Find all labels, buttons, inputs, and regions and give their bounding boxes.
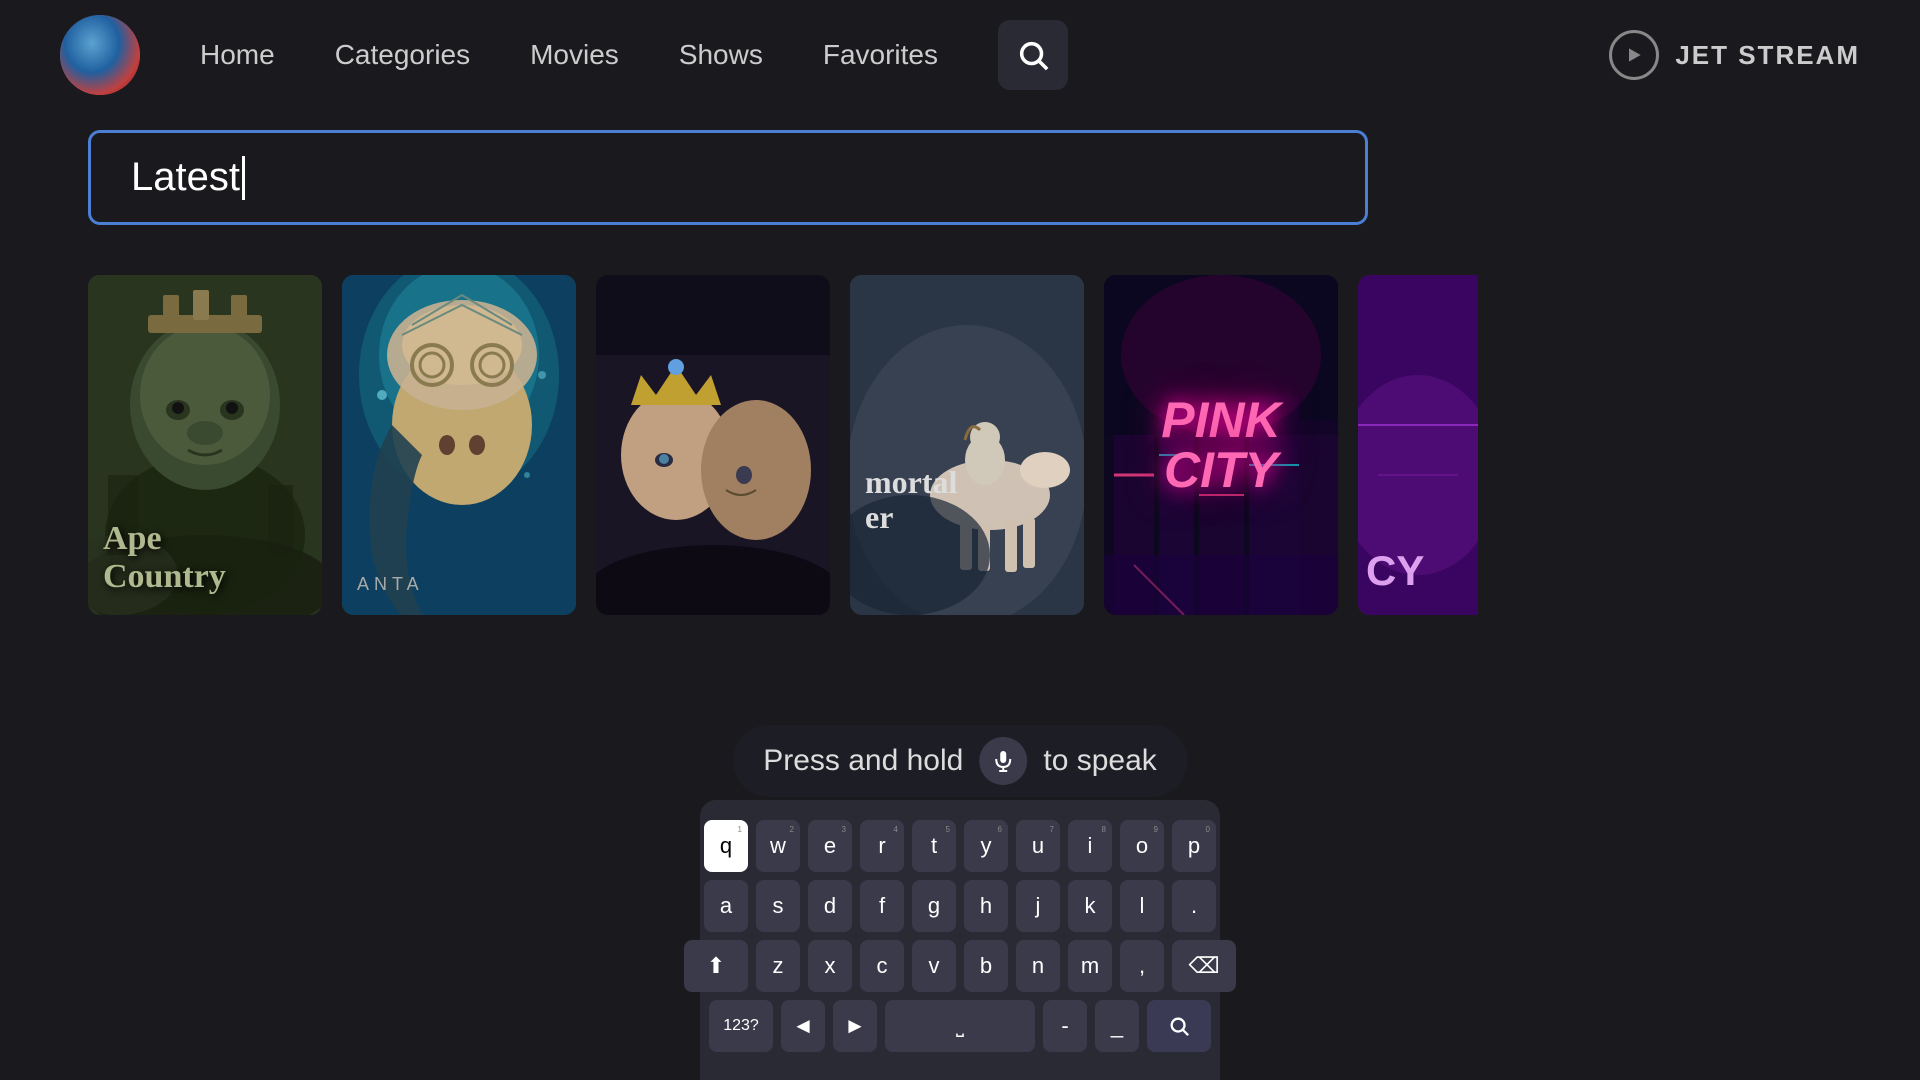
key-p[interactable]: 0p [1172, 820, 1216, 872]
key-t[interactable]: 5t [912, 820, 956, 872]
search-button[interactable] [998, 20, 1068, 90]
card-anta-subtitle: ANTA [357, 574, 424, 595]
key-j[interactable]: j [1016, 880, 1060, 932]
key-underscore[interactable]: _ [1095, 1000, 1139, 1052]
key-i[interactable]: 8i [1068, 820, 1112, 872]
key-m[interactable]: m [1068, 940, 1112, 992]
key-left-arrow[interactable]: ◄ [781, 1000, 825, 1052]
brand-name: JET STREAM [1675, 40, 1860, 71]
header: Home Categories Movies Shows Favorites J… [0, 0, 1920, 110]
key-x[interactable]: x [808, 940, 852, 992]
keyboard-row-4: 123? ◄ ► ⎵ - _ [716, 1000, 1204, 1052]
key-d[interactable]: d [808, 880, 852, 932]
search-section: Latest [0, 110, 1920, 245]
card-pink-city-title: PINKCITY [1161, 395, 1280, 495]
voice-hint: Press and hold to speak [733, 725, 1187, 797]
key-g[interactable]: g [912, 880, 956, 932]
nav-shows[interactable]: Shows [679, 39, 763, 71]
key-comma[interactable]: , [1120, 940, 1164, 992]
key-shift[interactable]: ⬆ [684, 940, 748, 992]
nav-favorites[interactable]: Favorites [823, 39, 938, 71]
brand: JET STREAM [1609, 30, 1860, 80]
nav-movies[interactable]: Movies [530, 39, 619, 71]
card-pink-city[interactable]: PINKCITY [1104, 275, 1338, 615]
key-e[interactable]: 3e [808, 820, 852, 872]
key-right-arrow[interactable]: ► [833, 1000, 877, 1052]
card-immortal-title: mortaler [865, 465, 957, 535]
key-l[interactable]: l [1120, 880, 1164, 932]
search-input-box[interactable]: Latest [88, 130, 1368, 225]
key-y[interactable]: 6y [964, 820, 1008, 872]
key-q[interactable]: 1q [704, 820, 748, 872]
key-r[interactable]: 4r [860, 820, 904, 872]
key-a[interactable]: a [704, 880, 748, 932]
key-n[interactable]: n [1016, 940, 1060, 992]
key-c[interactable]: c [860, 940, 904, 992]
key-f[interactable]: f [860, 880, 904, 932]
card-drama[interactable] [596, 275, 830, 615]
key-space[interactable]: ⎵ [885, 1000, 1035, 1052]
card-immortal[interactable]: mortaler [850, 275, 1084, 615]
key-period[interactable]: . [1172, 880, 1216, 932]
key-u[interactable]: 7u [1016, 820, 1060, 872]
key-h[interactable]: h [964, 880, 1008, 932]
key-delete[interactable]: ⌫ [1172, 940, 1236, 992]
card-cyber-text: CY [1366, 547, 1424, 595]
key-123[interactable]: 123? [709, 1000, 773, 1052]
key-w[interactable]: 2w [756, 820, 800, 872]
key-s[interactable]: s [756, 880, 800, 932]
keyboard-row-1: 1q 2w 3e 4r 5t 6y 7u 8i 9o 0p [716, 820, 1204, 872]
keyboard-row-3: ⬆ z x c v b n m , ⌫ [716, 940, 1204, 992]
brand-play-icon [1609, 30, 1659, 80]
key-k[interactable]: k [1068, 880, 1112, 932]
card-ape-title: ApeCountry [103, 520, 307, 595]
voice-hint-prefix: Press and hold [763, 744, 963, 778]
key-dash[interactable]: - [1043, 1000, 1087, 1052]
logo [60, 15, 140, 95]
key-o[interactable]: 9o [1120, 820, 1164, 872]
key-v[interactable]: v [912, 940, 956, 992]
text-cursor [242, 156, 245, 200]
mic-button[interactable] [979, 737, 1027, 785]
keyboard-overlay: Press and hold to speak 1q 2w 3e 4r 5t 6… [700, 800, 1220, 1080]
card-ape-country[interactable]: ApeCountry [88, 275, 322, 615]
keyboard-row-2: a s d f g h j k l . [716, 880, 1204, 932]
nav-home[interactable]: Home [200, 39, 275, 71]
nav: Home Categories Movies Shows Favorites [200, 20, 1609, 90]
card-cyber-partial[interactable]: CY [1358, 275, 1478, 615]
nav-categories[interactable]: Categories [335, 39, 470, 71]
search-input-value: Latest [131, 155, 240, 200]
cards-row: ApeCountry [0, 245, 1920, 615]
key-b[interactable]: b [964, 940, 1008, 992]
card-anta[interactable]: ANTA [342, 275, 576, 615]
key-search[interactable] [1147, 1000, 1211, 1052]
voice-hint-suffix: to speak [1043, 744, 1156, 778]
key-z[interactable]: z [756, 940, 800, 992]
